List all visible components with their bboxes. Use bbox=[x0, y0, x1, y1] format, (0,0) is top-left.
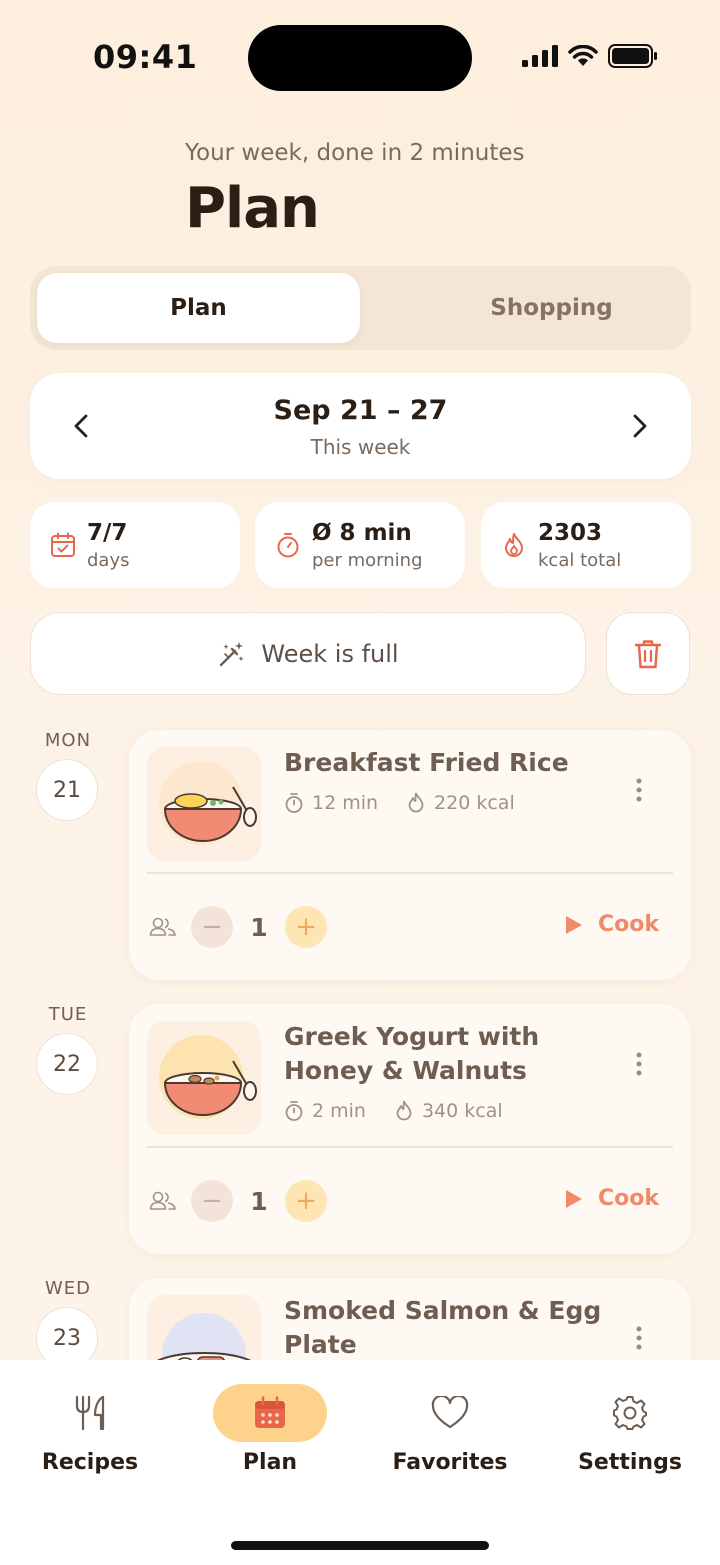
cook-label: Cook bbox=[597, 1186, 659, 1211]
nav-label: Plan bbox=[242, 1450, 298, 1475]
decrease-servings-button[interactable]: − bbox=[191, 906, 233, 948]
tab-plan[interactable]: Plan bbox=[37, 273, 360, 343]
week-full-label: Week is full bbox=[261, 639, 399, 668]
battery-icon bbox=[608, 44, 657, 68]
nav-recipes[interactable]: Recipes bbox=[10, 1384, 170, 1475]
meal-name: Smoked Salmon & Egg Plate bbox=[284, 1296, 602, 1359]
nav-icon-container bbox=[33, 1384, 147, 1442]
week-range: Sep 21 – 27 bbox=[273, 395, 448, 426]
nav-icon-container bbox=[393, 1384, 507, 1442]
wifi-icon bbox=[568, 45, 598, 66]
timer-icon bbox=[285, 1101, 303, 1121]
nav-plan[interactable]: Plan bbox=[190, 1384, 350, 1475]
day-label-wed: WED 23 bbox=[36, 1278, 100, 1369]
servings-count: 1 bbox=[250, 912, 268, 942]
heart-icon bbox=[431, 1396, 469, 1429]
gear-icon bbox=[613, 1396, 647, 1430]
timer-icon bbox=[277, 533, 299, 558]
nav-icon-container bbox=[213, 1384, 327, 1442]
clear-week-button[interactable] bbox=[606, 612, 690, 695]
week-relative-label: This week bbox=[310, 435, 411, 459]
cook-label: Cook bbox=[597, 912, 659, 937]
chevron-right-icon[interactable] bbox=[623, 410, 655, 442]
dynamic-island bbox=[248, 25, 472, 91]
servings-stepper: − 1 + bbox=[149, 1180, 327, 1222]
flame-icon bbox=[408, 792, 424, 813]
week-navigator: Sep 21 – 27 This week bbox=[30, 373, 691, 479]
day-number[interactable]: 21 bbox=[36, 759, 98, 821]
status-bar: 09:41 bbox=[0, 0, 720, 115]
page-title: Plan bbox=[185, 176, 320, 241]
day-name: MON bbox=[44, 730, 92, 751]
stat-label: per morning bbox=[312, 550, 423, 571]
meal-card[interactable]: Greek Yogurt with Honey & Walnuts 2 min … bbox=[129, 1004, 691, 1254]
servings-count: 1 bbox=[250, 1186, 268, 1216]
nav-icon-container bbox=[573, 1384, 687, 1442]
day-label-tue: TUE 22 bbox=[36, 1004, 100, 1095]
stat-value: Ø 8 min bbox=[312, 520, 412, 546]
meal-card[interactable]: Breakfast Fried Rice 12 min 220 kcal − 1… bbox=[129, 730, 691, 980]
flame-icon bbox=[505, 533, 523, 557]
stat-time: Ø 8 min per morning bbox=[255, 502, 465, 588]
divider bbox=[147, 1146, 673, 1148]
meal-name: Breakfast Fried Rice bbox=[284, 748, 569, 777]
people-icon bbox=[149, 917, 176, 936]
day-label-mon: MON 21 bbox=[36, 730, 100, 821]
page-subtitle: Your week, done in 2 minutes bbox=[185, 140, 525, 166]
meal-name: Greek Yogurt with Honey & Walnuts bbox=[284, 1022, 540, 1085]
meal-kcal: 340 kcal bbox=[421, 1100, 503, 1122]
increase-servings-button[interactable]: + bbox=[285, 1180, 327, 1222]
servings-stepper: − 1 + bbox=[149, 906, 327, 948]
nav-label: Recipes bbox=[41, 1450, 139, 1475]
cook-button[interactable]: Cook bbox=[564, 1186, 659, 1211]
play-icon bbox=[565, 1189, 582, 1208]
calendar-check-icon bbox=[51, 532, 75, 557]
stat-label: days bbox=[87, 550, 130, 571]
nav-settings[interactable]: Settings bbox=[550, 1384, 710, 1475]
trash-icon bbox=[634, 639, 662, 668]
day-number[interactable]: 22 bbox=[36, 1033, 98, 1095]
nav-label: Settings bbox=[578, 1450, 682, 1475]
calendar-icon bbox=[255, 1396, 285, 1428]
meal-meta: 12 min 220 kcal bbox=[284, 792, 515, 814]
cook-button[interactable]: Cook bbox=[564, 912, 659, 937]
tab-shopping[interactable]: Shopping bbox=[390, 273, 713, 343]
stat-days: 7/7 days bbox=[30, 502, 240, 588]
week-full-button[interactable]: Week is full bbox=[30, 612, 586, 695]
magic-wand-icon bbox=[220, 641, 245, 666]
decrease-servings-button[interactable]: − bbox=[191, 1180, 233, 1222]
nav-favorites[interactable]: Favorites bbox=[370, 1384, 530, 1475]
status-time: 09:41 bbox=[93, 38, 198, 76]
stat-value: 2303 bbox=[538, 520, 603, 546]
day-name: TUE bbox=[48, 1004, 88, 1025]
flame-icon bbox=[396, 1100, 412, 1121]
stat-value: 7/7 bbox=[87, 520, 128, 546]
fried-rice-bowl-illustration bbox=[159, 761, 257, 845]
meal-kcal: 220 kcal bbox=[434, 792, 515, 814]
day-name: WED bbox=[44, 1278, 92, 1299]
home-indicator bbox=[231, 1541, 489, 1550]
timer-icon bbox=[285, 793, 303, 813]
plan-shopping-segmented-control: Plan Shopping bbox=[30, 266, 691, 350]
meal-time: 2 min bbox=[312, 1100, 366, 1122]
yogurt-bowl-illustration bbox=[159, 1035, 257, 1119]
stat-kcal: 2303 kcal total bbox=[481, 502, 691, 588]
meal-thumbnail bbox=[147, 747, 261, 861]
meal-thumbnail bbox=[147, 1021, 261, 1135]
increase-servings-button[interactable]: + bbox=[285, 906, 327, 948]
more-options-icon[interactable] bbox=[635, 777, 643, 803]
people-icon bbox=[149, 1191, 176, 1210]
meal-meta: 2 min 340 kcal bbox=[284, 1100, 503, 1122]
cellular-signal-icon bbox=[522, 45, 558, 67]
bottom-tab-bar: Recipes Plan Favorites Settings bbox=[0, 1360, 720, 1565]
play-icon bbox=[565, 915, 582, 934]
fork-knife-icon bbox=[75, 1395, 105, 1431]
stat-label: kcal total bbox=[538, 550, 622, 571]
meal-time: 12 min bbox=[312, 792, 379, 814]
nav-label: Favorites bbox=[392, 1450, 508, 1475]
status-icons bbox=[522, 44, 658, 68]
divider bbox=[147, 872, 673, 874]
more-options-icon[interactable] bbox=[635, 1325, 643, 1351]
more-options-icon[interactable] bbox=[635, 1051, 643, 1077]
